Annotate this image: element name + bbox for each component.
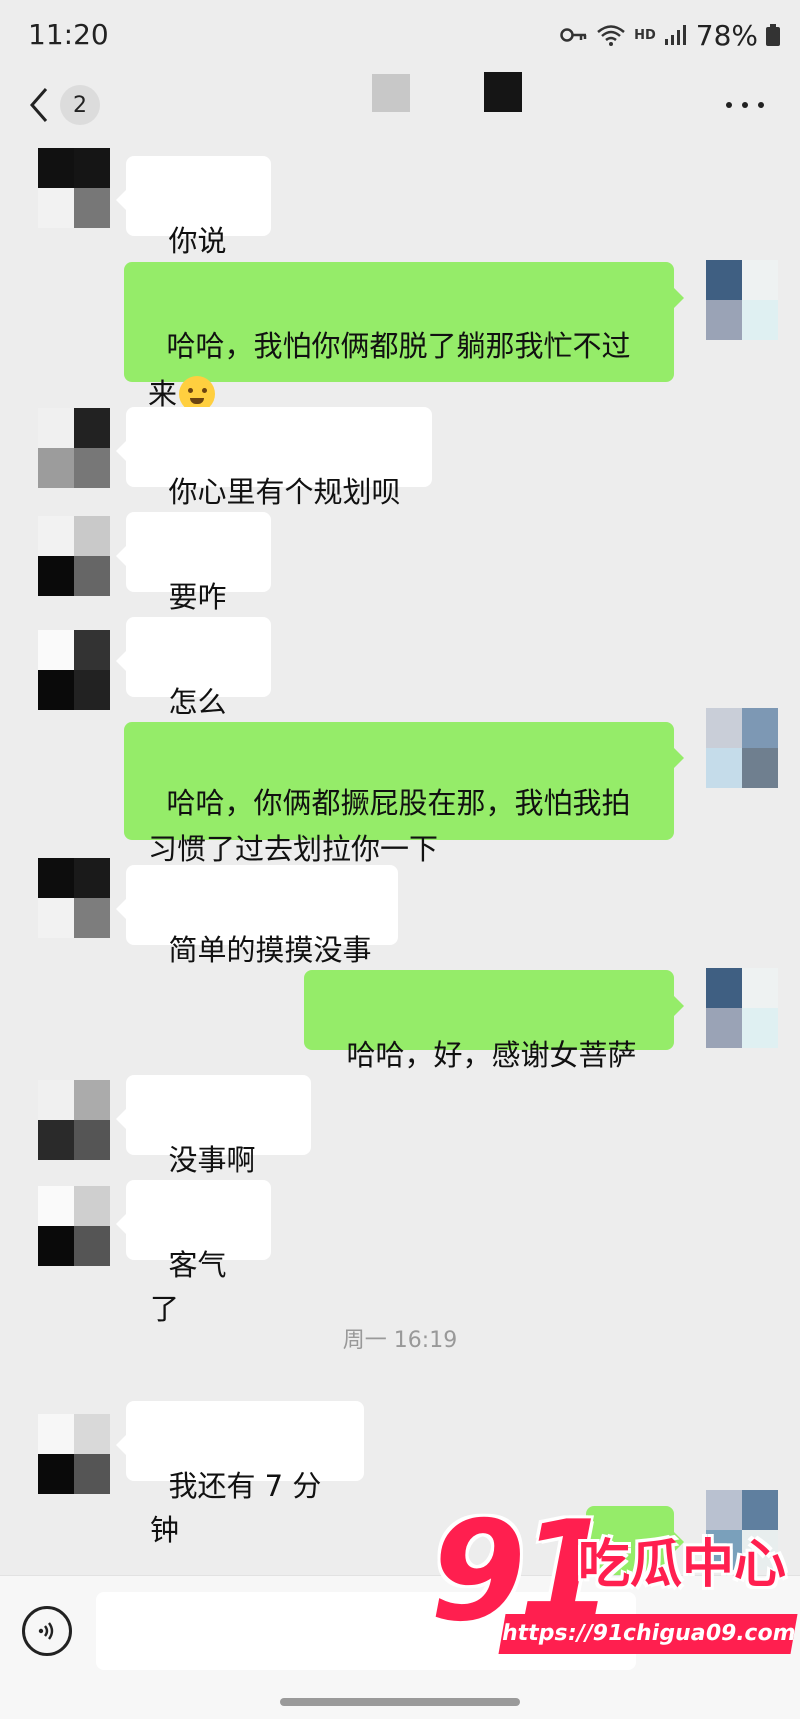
watermark-name: 吃瓜中心 bbox=[578, 1535, 787, 1595]
sender-avatar[interactable] bbox=[38, 630, 110, 710]
status-time: 11:20 bbox=[28, 18, 109, 51]
message-text: 哈哈，我怕你俩都脱了躺那我忙不过 来 bbox=[148, 329, 631, 411]
hd-indicator: HD bbox=[634, 27, 656, 43]
more-dots-icon bbox=[726, 102, 732, 108]
wifi-icon bbox=[597, 25, 625, 46]
message-bubble-incoming[interactable]: 客气了 bbox=[116, 1180, 271, 1326]
back-chevron-icon bbox=[30, 88, 48, 122]
own-avatar[interactable] bbox=[706, 968, 778, 1048]
message-text: 简单的摸摸没事 bbox=[168, 933, 372, 967]
message-bubble-incoming[interactable]: 你心里有个规划呗 bbox=[116, 407, 432, 509]
key-icon bbox=[560, 28, 587, 42]
message-text: 我还有 7 分钟 bbox=[150, 1469, 322, 1547]
message-text: 哈哈，你俩都撅屁股在那，我怕我拍 习惯了过去划拉你一下 bbox=[148, 786, 631, 866]
message-bubble-outgoing[interactable]: 哈哈，好，感谢女菩萨 bbox=[304, 970, 684, 1072]
more-button[interactable] bbox=[720, 90, 770, 120]
chat-title-redacted bbox=[372, 74, 410, 112]
voice-icon bbox=[38, 1622, 54, 1640]
own-avatar[interactable] bbox=[706, 260, 778, 340]
sender-avatar[interactable] bbox=[38, 516, 110, 596]
battery-icon bbox=[766, 24, 780, 46]
message-text: 你心里有个规划呗 bbox=[168, 475, 401, 509]
own-avatar[interactable] bbox=[706, 708, 778, 788]
message-bubble-incoming[interactable]: 要咋拍 bbox=[116, 512, 271, 658]
status-bar: 11:20 HD 78% bbox=[0, 0, 800, 72]
message-bubble-outgoing[interactable]: 哈哈，我怕你俩都脱了躺那我忙不过 来 bbox=[124, 262, 684, 412]
message-text: 客气了 bbox=[150, 1248, 227, 1326]
chat-title-redacted-dark bbox=[484, 72, 522, 112]
home-indicator bbox=[280, 1698, 520, 1706]
message-bubble-incoming[interactable]: 你说了 bbox=[116, 156, 271, 302]
message-bubble-incoming[interactable]: 简单的摸摸没事 bbox=[116, 865, 398, 967]
voice-button[interactable] bbox=[22, 1606, 72, 1656]
unread-badge: 2 bbox=[60, 85, 100, 125]
message-text: 没事啊 bbox=[168, 1143, 256, 1177]
back-button[interactable]: 2 bbox=[28, 80, 108, 130]
message-bubble-incoming[interactable]: 怎么拍 bbox=[116, 617, 271, 763]
message-bubble-incoming[interactable]: 没事啊 bbox=[116, 1075, 311, 1222]
sender-avatar[interactable] bbox=[38, 1186, 110, 1266]
message-bubble-incoming[interactable]: 我还有 7 分钟 bbox=[116, 1401, 364, 1547]
battery-percent: 78% bbox=[695, 18, 758, 52]
message-text: 哈哈，好，感谢女菩萨 bbox=[346, 1038, 637, 1072]
sender-avatar[interactable] bbox=[38, 148, 110, 228]
sender-avatar[interactable] bbox=[38, 408, 110, 488]
sender-avatar[interactable] bbox=[38, 1080, 110, 1160]
signal-icon bbox=[664, 25, 686, 45]
status-icons: HD 78% bbox=[560, 18, 780, 52]
sender-avatar[interactable] bbox=[38, 858, 110, 938]
sender-avatar[interactable] bbox=[38, 1414, 110, 1494]
watermark: 91 吃瓜中心 https://91chigua09.com bbox=[430, 1502, 800, 1682]
message-bubble-outgoing[interactable]: 哈哈，你俩都撅屁股在那，我怕我拍 习惯了过去划拉你一下 bbox=[124, 722, 684, 866]
watermark-url: https://91chigua09.com bbox=[498, 1614, 798, 1654]
timestamp: 周一 16:19 bbox=[342, 1328, 458, 1353]
